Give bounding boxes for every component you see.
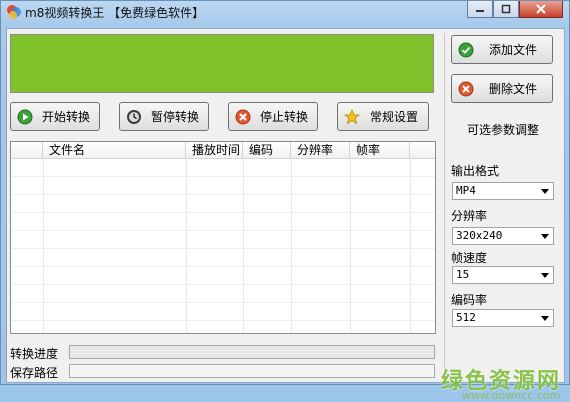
progress-bar [69, 345, 435, 359]
stop-convert-label: 停止转换 [259, 110, 308, 124]
bitrate-label: 编码率 [451, 293, 488, 307]
play-icon [17, 109, 33, 125]
resolution-select[interactable]: 320x240 [452, 227, 554, 245]
grid-line [11, 248, 435, 249]
chevron-down-icon [541, 189, 549, 194]
start-convert-button[interactable]: 开始转换 [10, 102, 100, 131]
grid-line [350, 158, 351, 333]
window-controls [467, 1, 563, 19]
column-header-codec[interactable]: 编码 [243, 142, 291, 158]
star-icon [343, 108, 361, 125]
maximize-icon [501, 4, 511, 14]
add-icon [458, 42, 474, 58]
grid-line [11, 320, 435, 321]
column-header-fps[interactable]: 帧率 [350, 142, 410, 158]
table-header: 文件名 播放时间 编码 分辨率 帧率 [11, 142, 435, 159]
chevron-down-icon [541, 316, 549, 321]
video-preview [10, 34, 434, 93]
chevron-down-icon [541, 273, 549, 278]
format-select[interactable]: MP4 [452, 182, 554, 200]
delete-file-label: 删除文件 [488, 82, 537, 96]
column-header-duration[interactable]: 播放时间 [186, 142, 243, 158]
grid-line [11, 176, 435, 177]
grid-line [186, 158, 187, 333]
progress-label: 转换进度 [10, 347, 59, 361]
stop-icon [235, 109, 251, 125]
save-path-field[interactable] [69, 364, 435, 378]
format-label: 输出格式 [451, 164, 500, 178]
stop-convert-button[interactable]: 停止转换 [228, 102, 318, 131]
minimize-button[interactable] [467, 1, 493, 18]
column-header-filename[interactable]: 文件名 [43, 142, 186, 158]
grid-line [410, 158, 411, 333]
add-file-label: 添加文件 [488, 43, 537, 57]
add-file-button[interactable]: 添加文件 [451, 35, 553, 64]
grid-line [243, 158, 244, 333]
column-header-blank [11, 142, 43, 158]
bitrate-select[interactable]: 512 [452, 309, 554, 327]
close-icon [536, 4, 546, 14]
app-window: m8视频转换王 【免费绿色软件】 开始转换 暂停转换 停止转换 常规设置 文件名… [0, 0, 570, 402]
minimize-icon [476, 10, 484, 12]
general-settings-button[interactable]: 常规设置 [337, 102, 429, 131]
delete-icon [458, 81, 474, 97]
clock-icon [126, 109, 142, 125]
resolution-value: 320x240 [456, 229, 503, 242]
grid-line [11, 212, 435, 213]
column-header-resolution[interactable]: 分辨率 [291, 142, 350, 158]
fps-select[interactable]: 15 [452, 266, 554, 284]
grid-line [11, 194, 435, 195]
grid-line [11, 302, 435, 303]
general-settings-label: 常规设置 [369, 110, 418, 124]
format-value: MP4 [456, 184, 476, 197]
delete-file-button[interactable]: 删除文件 [451, 74, 553, 103]
grid-line [291, 158, 292, 333]
close-button[interactable] [519, 1, 563, 18]
divider [444, 33, 445, 381]
fps-label: 帧速度 [451, 251, 488, 265]
pause-convert-label: 暂停转换 [150, 110, 199, 124]
grid-line [11, 284, 435, 285]
main-panel: 开始转换 暂停转换 停止转换 常规设置 文件名 播放时间 编码 分辨率 帧率 转… [6, 28, 565, 402]
grid-line [11, 266, 435, 267]
pause-convert-button[interactable]: 暂停转换 [119, 102, 209, 131]
resolution-label: 分辨率 [451, 209, 488, 223]
bitrate-value: 512 [456, 311, 476, 324]
file-list-table[interactable]: 文件名 播放时间 编码 分辨率 帧率 [10, 141, 436, 334]
title-bar[interactable]: m8视频转换王 【免费绿色软件】 [1, 1, 569, 23]
watermark-url: www.downcc.com [462, 389, 561, 402]
params-title: 可选参数调整 [467, 123, 540, 137]
grid-line [43, 158, 44, 333]
maximize-button[interactable] [493, 1, 519, 18]
save-path-label: 保存路径 [10, 366, 59, 380]
start-convert-label: 开始转换 [41, 110, 90, 124]
grid-line [11, 230, 435, 231]
chevron-down-icon [541, 234, 549, 239]
window-title: m8视频转换王 【免费绿色软件】 [25, 6, 205, 20]
fps-value: 15 [456, 268, 470, 281]
app-logo-icon [6, 4, 22, 20]
